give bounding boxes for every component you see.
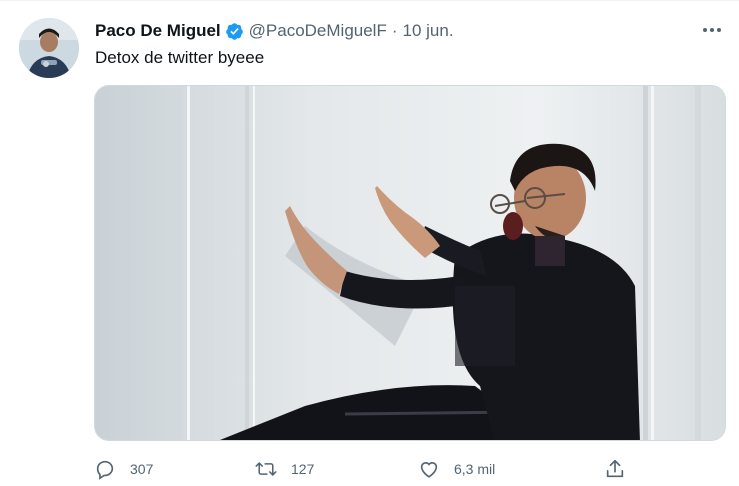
like-count: 6,3 mil [454, 461, 496, 477]
retweet-button[interactable]: 127 [255, 453, 314, 485]
tweet-photo[interactable] [94, 85, 726, 441]
like-icon [418, 458, 440, 480]
avatar[interactable] [19, 18, 79, 78]
more-icon[interactable] [701, 20, 723, 40]
share-icon [604, 458, 626, 480]
retweet-icon [255, 458, 277, 480]
tweet-date[interactable]: 10 jun. [403, 21, 454, 41]
tweet-text: Detox de twitter byeee [95, 48, 265, 67]
verified-badge-icon [225, 22, 244, 41]
tweet-header: Paco De Miguel @PacoDeMiguelF · 10 jun. [95, 19, 454, 43]
author-handle[interactable]: @PacoDeMiguelF [249, 21, 387, 41]
tweet-actions: 307 127 6,3 mil [94, 453, 634, 485]
tweet[interactable]: Paco De Miguel @PacoDeMiguelF · 10 jun. … [0, 0, 739, 486]
separator-dot: · [391, 21, 398, 40]
author-name[interactable]: Paco De Miguel [95, 21, 221, 41]
retweet-count: 127 [291, 461, 315, 477]
share-button[interactable] [604, 453, 626, 485]
reply-icon [94, 458, 116, 480]
like-button[interactable]: 6,3 mil [418, 453, 495, 485]
reply-count: 307 [130, 461, 154, 477]
reply-button[interactable]: 307 [94, 453, 153, 485]
